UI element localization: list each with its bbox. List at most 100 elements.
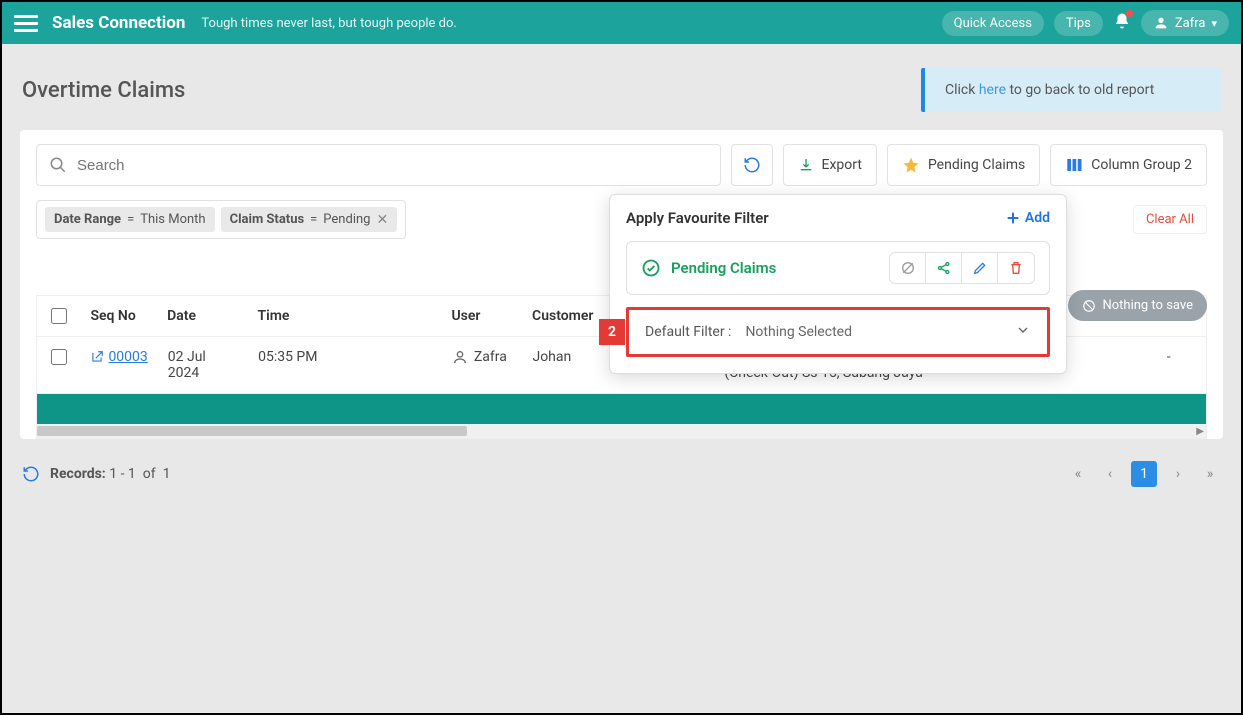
chip1-eq: = xyxy=(127,212,134,227)
chevron-down-icon xyxy=(1015,322,1031,342)
menu-icon[interactable] xyxy=(14,11,38,35)
column-group-button[interactable]: Column Group 2 xyxy=(1050,144,1207,186)
records-range: 1 - 1 xyxy=(109,466,136,482)
filter-chip-claim-status[interactable]: Claim Status = Pending ✕ xyxy=(221,207,398,232)
pagination: « ‹ 1 › » xyxy=(1067,461,1221,487)
cell-user: Zafra xyxy=(442,337,523,377)
favourite-name: Pending Claims xyxy=(671,259,776,277)
ban-icon xyxy=(1082,299,1096,313)
share-button[interactable] xyxy=(926,253,962,283)
cell-time: 05:35 PM xyxy=(248,337,442,377)
plus-icon xyxy=(1005,210,1021,226)
tips-button[interactable]: Tips xyxy=(1054,11,1103,36)
page-current[interactable]: 1 xyxy=(1131,461,1157,487)
seq-value: 00003 xyxy=(108,349,147,365)
visibility-off-button[interactable] xyxy=(890,253,926,283)
chip2-eq: = xyxy=(310,212,317,227)
open-icon xyxy=(90,350,104,364)
trash-icon xyxy=(1008,260,1024,276)
columns-icon xyxy=(1065,156,1083,174)
header-date[interactable]: Date xyxy=(157,296,247,336)
chip2-val: Pending xyxy=(323,212,370,227)
callout-badge: 2 xyxy=(599,319,625,345)
quick-access-button[interactable]: Quick Access xyxy=(942,11,1044,36)
default-filter-dropdown[interactable]: 2 Default Filter : Nothing Selected xyxy=(626,307,1050,357)
records-label: Records: xyxy=(50,466,106,482)
user-value: Zafra xyxy=(474,349,507,365)
notice-pre: Click xyxy=(945,82,979,98)
header-time[interactable]: Time xyxy=(248,296,442,336)
pending-claims-label: Pending Claims xyxy=(928,157,1025,173)
header-seq[interactable]: Seq No xyxy=(80,296,157,336)
footer-bar: Records: 1 - 1 of 1 « ‹ 1 › » xyxy=(2,439,1241,509)
refresh-icon xyxy=(743,156,761,174)
popover-title: Apply Favourite Filter xyxy=(626,209,769,227)
scroll-thumb[interactable] xyxy=(37,426,467,436)
user-name: Zafra xyxy=(1175,16,1206,31)
page-last-button[interactable]: » xyxy=(1199,462,1221,486)
header-user[interactable]: User xyxy=(441,296,522,336)
export-button[interactable]: Export xyxy=(783,144,877,186)
cell-date: 02 Jul 2024 xyxy=(158,337,248,393)
page-next-button[interactable]: › xyxy=(1167,462,1189,486)
chip1-val: This Month xyxy=(140,212,205,227)
notice-post: to go back to old report xyxy=(1006,82,1154,98)
horizontal-scrollbar[interactable]: ◀ ▶ xyxy=(37,424,1206,438)
chip2-key: Claim Status xyxy=(230,212,305,227)
check-circle-icon xyxy=(641,258,661,278)
share-icon xyxy=(936,260,952,276)
page-prev-button[interactable]: ‹ xyxy=(1099,462,1121,486)
search-input[interactable] xyxy=(77,157,708,174)
favourite-filter-popover: Apply Favourite Filter Add Pending Claim… xyxy=(609,194,1067,374)
save-pill-text: Nothing to save xyxy=(1102,298,1193,313)
default-filter-value: Nothing Selected xyxy=(745,324,852,340)
notifications-icon[interactable] xyxy=(1113,12,1131,35)
page-first-button[interactable]: « xyxy=(1067,462,1089,486)
page-head: Overtime Claims Click here to go back to… xyxy=(2,44,1241,130)
scroll-right-icon[interactable]: ▶ xyxy=(1196,424,1204,438)
old-report-link[interactable]: here xyxy=(979,82,1006,98)
edit-button[interactable] xyxy=(962,253,998,283)
column-group-label: Column Group 2 xyxy=(1091,157,1192,173)
user-icon xyxy=(1153,15,1169,31)
download-icon xyxy=(798,157,814,173)
export-label: Export xyxy=(822,157,862,173)
filter-chip-group: Date Range = This Month Claim Status = P… xyxy=(36,200,406,239)
tagline: Tough times never last, but tough people… xyxy=(201,16,456,31)
page-title: Overtime Claims xyxy=(22,78,185,103)
row-checkbox[interactable] xyxy=(51,349,67,365)
favourite-filter-item[interactable]: Pending Claims xyxy=(626,241,1050,295)
cell-seq: 00003 xyxy=(80,337,157,380)
chevron-down-icon: ▾ xyxy=(1211,17,1217,30)
delete-button[interactable] xyxy=(998,253,1034,283)
top-bar: Sales Connection Tough times never last,… xyxy=(2,2,1241,44)
reload-icon[interactable] xyxy=(22,465,40,483)
records-total: 1 xyxy=(163,466,171,482)
chip-remove-icon[interactable]: ✕ xyxy=(376,213,388,227)
refresh-button[interactable] xyxy=(731,144,773,186)
star-icon xyxy=(902,156,920,174)
add-favourite-button[interactable]: Add xyxy=(1005,210,1050,226)
seq-link[interactable]: 00003 xyxy=(90,349,147,365)
brand-name: Sales Connection xyxy=(52,13,185,33)
filter-chip-date-range[interactable]: Date Range = This Month xyxy=(45,207,215,232)
visibility-off-icon xyxy=(900,260,916,276)
header-checkbox-cell xyxy=(37,296,80,336)
toolbar: Export Pending Claims Column Group 2 xyxy=(36,144,1207,186)
default-filter-label: Default Filter : xyxy=(645,324,731,340)
records-of: of xyxy=(143,466,156,482)
cell-atta: - xyxy=(1157,337,1206,377)
search-box[interactable] xyxy=(36,144,721,186)
person-icon xyxy=(452,349,468,365)
pending-claims-favourite-button[interactable]: Pending Claims xyxy=(887,144,1040,186)
popover-header: Apply Favourite Filter Add xyxy=(610,195,1066,241)
row-checkbox-cell xyxy=(37,337,80,377)
summary-strip xyxy=(37,394,1206,424)
pencil-icon xyxy=(972,260,988,276)
clear-all-button[interactable]: Clear All xyxy=(1133,205,1207,234)
favourite-actions xyxy=(889,252,1035,284)
user-menu[interactable]: Zafra ▾ xyxy=(1141,10,1229,36)
search-icon xyxy=(49,156,67,174)
nothing-to-save-pill: Nothing to save xyxy=(1068,290,1207,321)
select-all-checkbox[interactable] xyxy=(51,308,67,324)
